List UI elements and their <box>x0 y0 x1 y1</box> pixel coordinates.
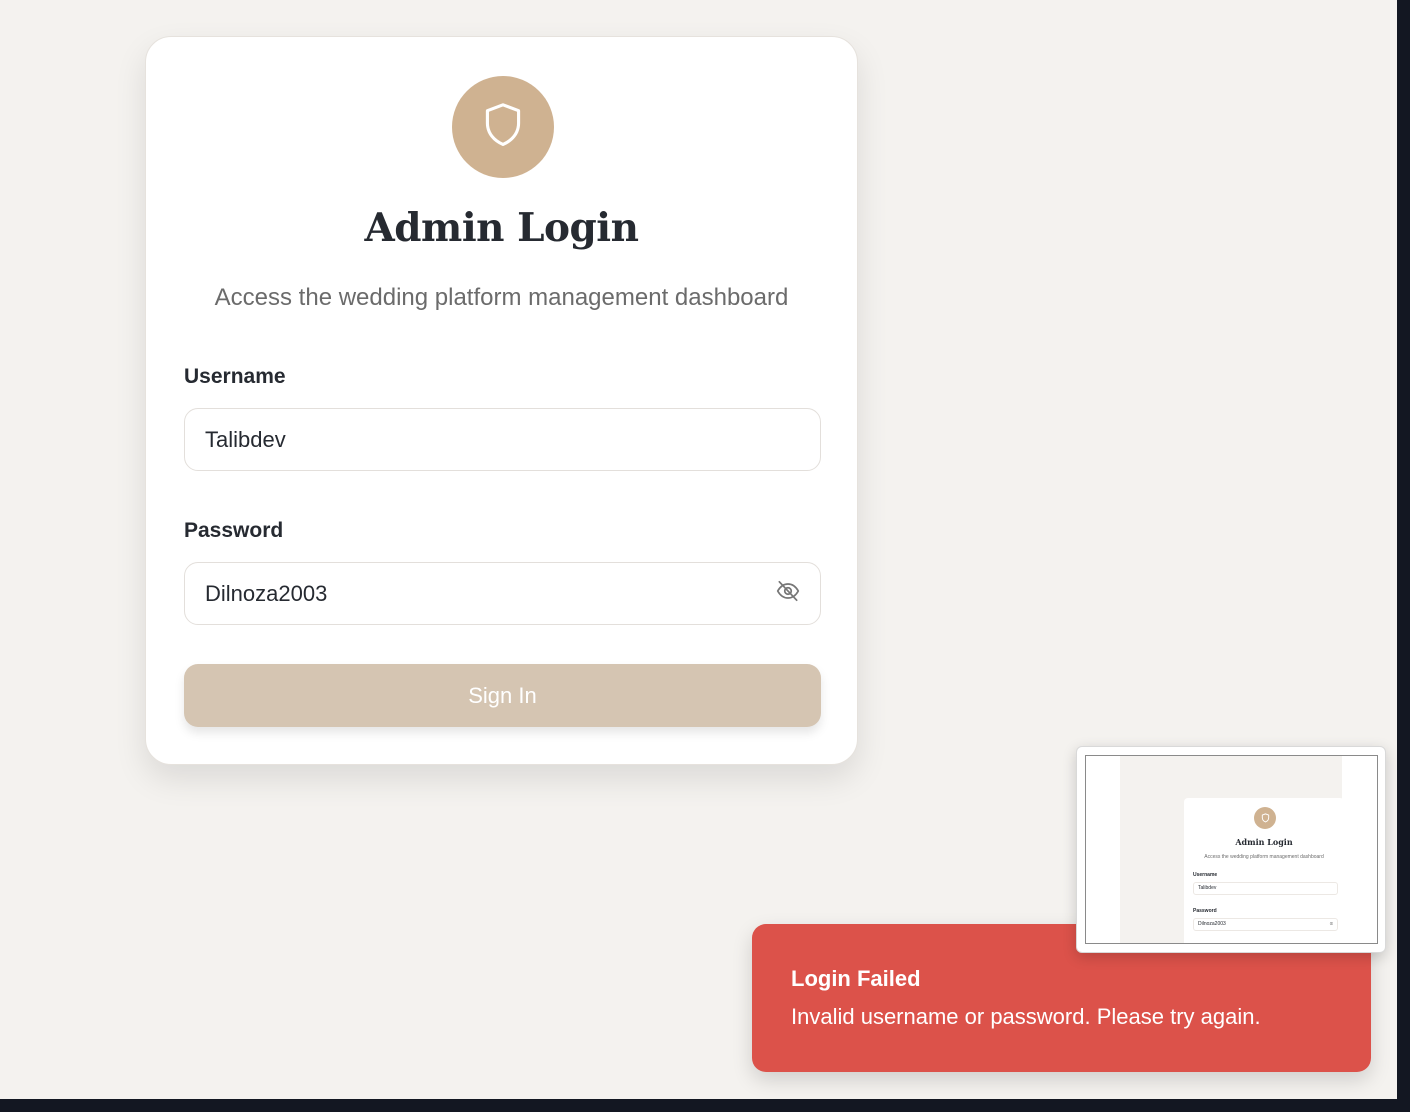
thumbnail-password-label: Password <box>1193 908 1217 914</box>
thumbnail-sign-in-button <box>1193 943 1338 944</box>
password-visibility-toggle[interactable] <box>774 580 802 608</box>
login-card: Admin Login Access the wedding platform … <box>145 36 858 765</box>
toast-title: Login Failed <box>791 966 921 991</box>
page-title: Admin Login <box>364 205 639 251</box>
thumbnail-preview: Admin Login Access the wedding platform … <box>1085 755 1378 944</box>
password-input[interactable]: Dilnoza2003 <box>184 562 821 625</box>
thumbnail-username-input: Talibdev <box>1193 882 1338 895</box>
username-input[interactable]: Talibdev <box>184 408 821 471</box>
username-value: Talibdev <box>205 426 286 452</box>
thumbnail-eye-off-icon: ⦻ <box>1329 921 1333 927</box>
screenshot-thumbnail[interactable]: Admin Login Access the wedding platform … <box>1076 746 1386 953</box>
shield-icon <box>481 101 525 154</box>
password-label: Password <box>184 519 284 542</box>
thumbnail-subtitle: Access the wedding platform management d… <box>1204 854 1324 860</box>
thumbnail-shield-icon <box>1254 807 1276 829</box>
eye-off-icon <box>775 578 801 610</box>
logo-badge <box>452 76 554 178</box>
page-background: Admin Login Access the wedding platform … <box>0 0 1397 1099</box>
thumbnail-password-input: Dilnoza2003 ⦻ <box>1193 918 1338 931</box>
thumbnail-username-value: Talibdev <box>1198 885 1217 891</box>
toast-description: Invalid username or password. Please try… <box>791 1004 1261 1029</box>
thumbnail-login-card: Admin Login Access the wedding platform … <box>1184 798 1344 944</box>
page-subtitle: Access the wedding platform management d… <box>214 284 789 311</box>
thumbnail-title: Admin Login <box>1235 837 1293 847</box>
password-value: Dilnoza2003 <box>205 580 328 606</box>
thumbnail-username-label: Username <box>1193 872 1218 878</box>
username-label: Username <box>184 365 286 388</box>
sign-in-button[interactable]: Sign In <box>184 664 821 727</box>
thumbnail-password-value: Dilnoza2003 <box>1198 921 1226 927</box>
